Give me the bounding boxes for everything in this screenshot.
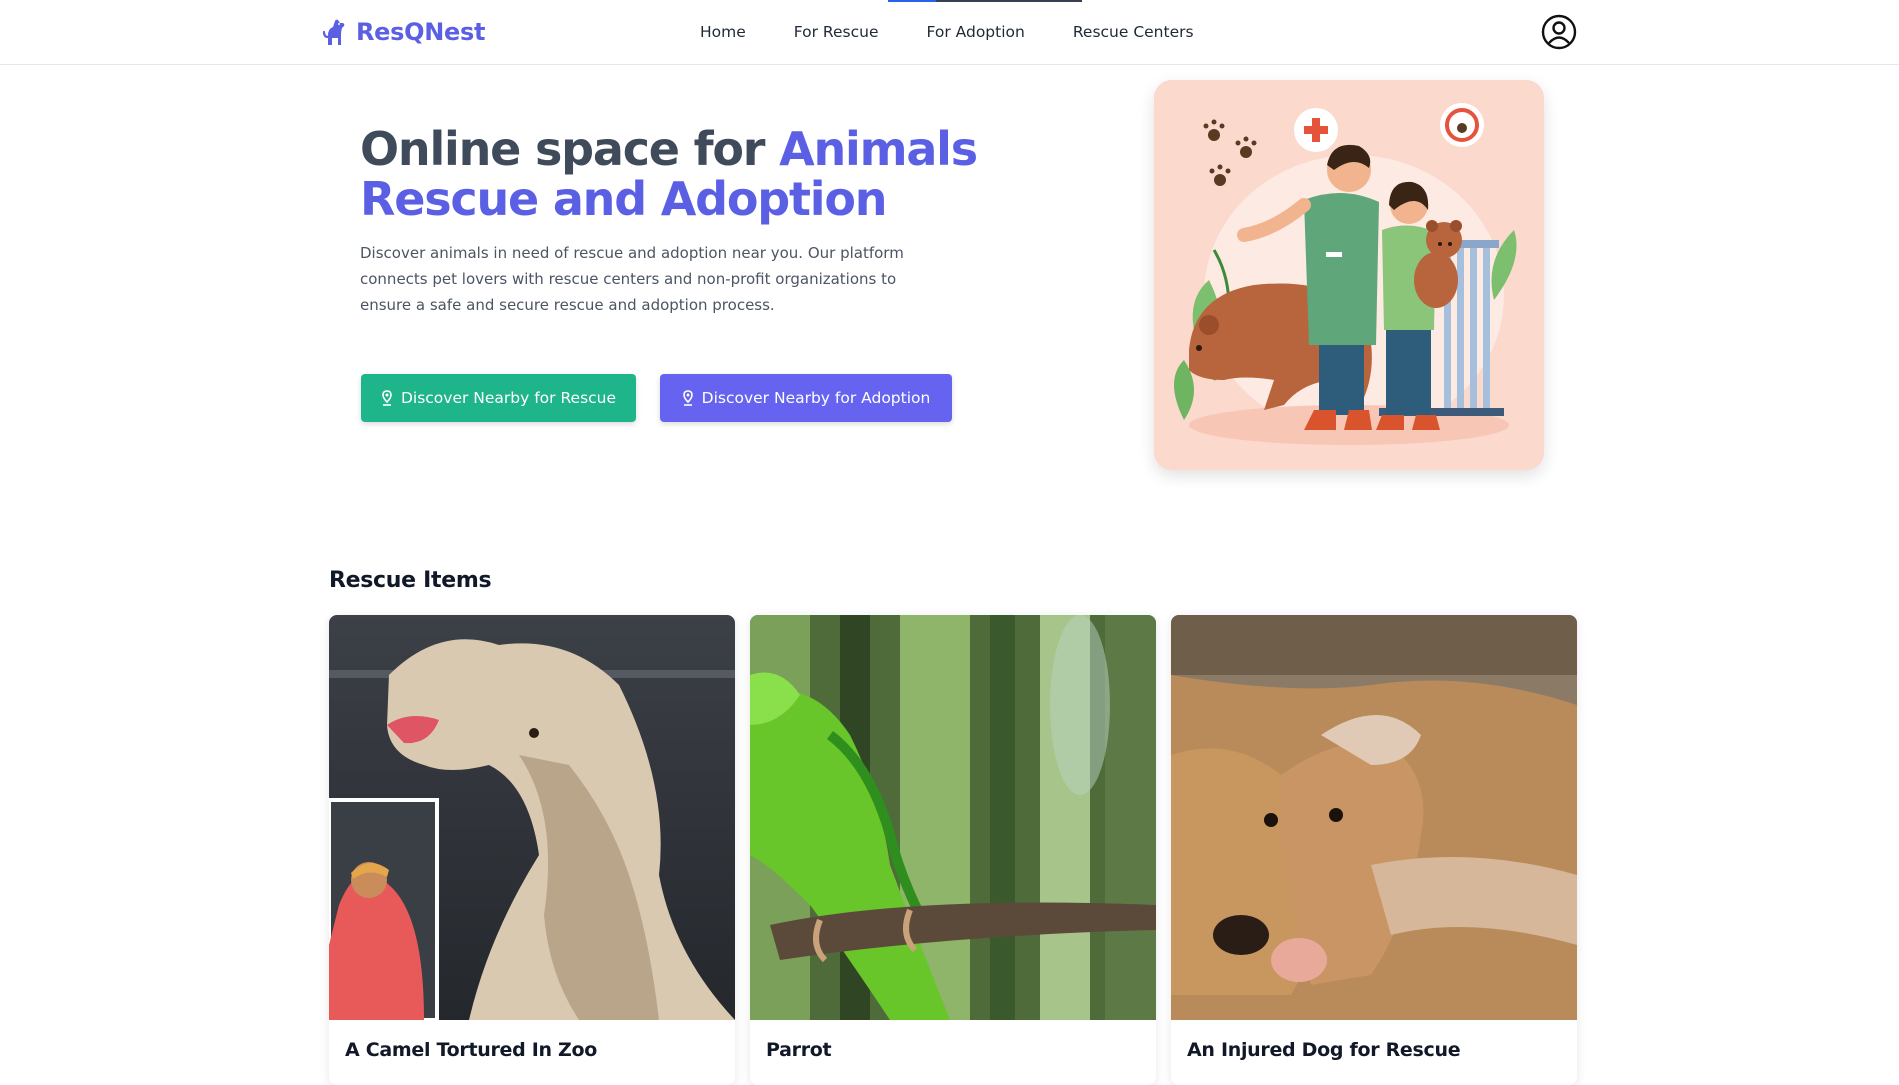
card-title: A Camel Tortured In Zoo bbox=[345, 1039, 598, 1061]
hero-title: Online space for Animals Rescue and Adop… bbox=[360, 124, 1120, 224]
discover-rescue-button[interactable]: Discover Nearby for Rescue bbox=[361, 374, 636, 422]
nav-link-rescue-centers[interactable]: Rescue Centers bbox=[1073, 23, 1194, 41]
nav-link-for-adoption[interactable]: For Adoption bbox=[927, 23, 1025, 41]
discover-rescue-label: Discover Nearby for Rescue bbox=[400, 389, 617, 407]
dog-photo bbox=[1171, 615, 1577, 1020]
hero-description: Discover animals in need of rescue and a… bbox=[360, 244, 904, 314]
card-title: Parrot bbox=[766, 1039, 832, 1061]
rescue-items-title: Rescue Items bbox=[329, 568, 492, 593]
parrot-photo bbox=[750, 615, 1156, 1020]
navbar: ResQNest Home For Rescue For Adoption Re… bbox=[0, 0, 1899, 65]
rescue-card[interactable]: Parrot bbox=[750, 615, 1156, 1085]
user-circle-icon bbox=[1541, 14, 1577, 50]
location-pin-icon bbox=[382, 390, 392, 406]
nav-link-home[interactable]: Home bbox=[700, 23, 746, 41]
rescue-card[interactable]: A Camel Tortured In Zoo bbox=[329, 615, 735, 1085]
brand-logo[interactable]: ResQNest bbox=[322, 17, 485, 47]
main-nav: Home For Rescue For Adoption Rescue Cent… bbox=[700, 0, 1194, 64]
camel-photo bbox=[329, 615, 735, 1020]
brand-name: ResQNest bbox=[356, 18, 486, 46]
hero-illustration bbox=[1154, 80, 1544, 470]
hero-title-plain: Online space for bbox=[360, 122, 780, 176]
rescue-card[interactable]: An Injured Dog for Rescue bbox=[1171, 615, 1577, 1085]
active-nav-indicator bbox=[888, 0, 1082, 2]
user-account-button[interactable] bbox=[1541, 14, 1577, 50]
nav-link-for-rescue[interactable]: For Rescue bbox=[794, 23, 879, 41]
discover-adoption-button[interactable]: Discover Nearby for Adoption bbox=[660, 374, 952, 422]
card-title: An Injured Dog for Rescue bbox=[1187, 1039, 1461, 1061]
dog-icon bbox=[322, 17, 348, 47]
location-pin-icon bbox=[682, 390, 693, 406]
discover-adoption-label: Discover Nearby for Adoption bbox=[701, 389, 931, 407]
